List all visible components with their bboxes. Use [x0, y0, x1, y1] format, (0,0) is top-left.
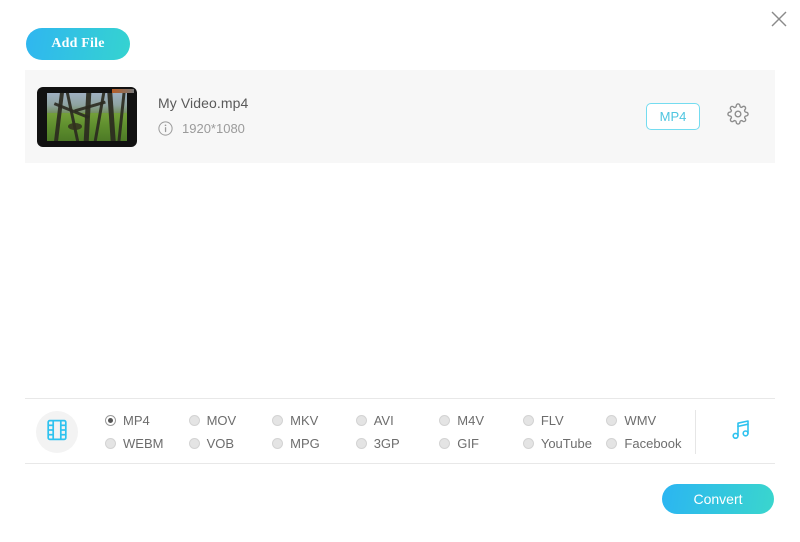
format-option-m4v[interactable]: M4V — [439, 413, 523, 428]
format-options-grid: MP4 MOV MKV AVI M4V FLV WMV WEBM VOB MPG… — [105, 409, 690, 455]
video-thumbnail[interactable] — [37, 87, 137, 147]
app-window: Add File My Video.mp4 1920*1080 MP4 MP4 … — [0, 0, 800, 542]
file-resolution-label: 1920*1080 — [182, 121, 245, 136]
format-label: YouTube — [540, 436, 592, 451]
format-option-facebook[interactable]: Facebook — [606, 436, 690, 451]
gear-icon — [726, 103, 749, 130]
format-label: 3GP — [373, 436, 400, 451]
file-meta: 1920*1080 — [158, 121, 245, 136]
format-option-vob[interactable]: VOB — [188, 436, 273, 451]
format-option-mov[interactable]: MOV — [188, 413, 273, 428]
format-option-3gp[interactable]: 3GP — [355, 436, 440, 451]
add-file-button[interactable]: Add File — [26, 28, 130, 60]
panel-divider — [695, 410, 696, 454]
format-label: VOB — [206, 436, 235, 451]
radio-flv[interactable] — [522, 415, 534, 426]
radio-m4v[interactable] — [439, 415, 451, 426]
radio-facebook[interactable] — [606, 438, 618, 449]
radio-gif[interactable] — [439, 438, 451, 449]
format-label: AVI — [373, 413, 394, 428]
thumbnail-watermark — [112, 89, 134, 93]
audio-category-button[interactable] — [722, 413, 760, 451]
close-window-button[interactable] — [764, 4, 794, 34]
output-format-badge[interactable]: MP4 — [646, 103, 700, 130]
format-option-mpg[interactable]: MPG — [272, 436, 356, 451]
format-option-wmv[interactable]: WMV — [606, 413, 690, 428]
format-label: WMV — [624, 413, 657, 428]
format-option-webm[interactable]: WEBM — [105, 436, 189, 451]
film-strip-icon — [45, 418, 69, 447]
convert-button[interactable]: Convert — [662, 484, 774, 514]
format-option-youtube[interactable]: YouTube — [522, 436, 607, 451]
format-label: Facebook — [624, 436, 682, 451]
format-label: WEBM — [123, 436, 164, 451]
format-option-mp4[interactable]: MP4 — [105, 413, 189, 428]
radio-webm[interactable] — [105, 438, 116, 449]
radio-3gp[interactable] — [355, 438, 367, 449]
format-label: MOV — [206, 413, 237, 428]
format-option-gif[interactable]: GIF — [439, 436, 523, 451]
format-label: FLV — [540, 413, 564, 428]
radio-mkv[interactable] — [272, 415, 284, 426]
format-label: M4V — [457, 413, 485, 428]
format-option-mkv[interactable]: MKV — [272, 413, 356, 428]
thumbnail-image — [47, 93, 127, 141]
format-label: GIF — [457, 436, 479, 451]
radio-mov[interactable] — [188, 415, 200, 426]
format-option-flv[interactable]: FLV — [522, 413, 607, 428]
video-category-button[interactable] — [36, 411, 78, 453]
file-list-row: My Video.mp4 1920*1080 MP4 — [25, 70, 775, 163]
radio-youtube[interactable] — [522, 438, 534, 449]
info-circle-icon — [158, 121, 173, 136]
thumbnail-rock — [67, 122, 82, 130]
file-settings-button[interactable] — [724, 103, 751, 130]
close-icon — [769, 9, 789, 29]
file-name-label: My Video.mp4 — [158, 95, 249, 111]
format-label: MKV — [290, 413, 319, 428]
radio-avi[interactable] — [355, 415, 367, 426]
output-format-panel: MP4 MOV MKV AVI M4V FLV WMV WEBM VOB MPG… — [25, 398, 775, 464]
radio-wmv[interactable] — [606, 415, 618, 426]
radio-mp4[interactable] — [105, 415, 116, 426]
music-note-icon — [728, 417, 754, 448]
radio-vob[interactable] — [188, 438, 200, 449]
format-label: MP4 — [123, 413, 150, 428]
radio-mpg[interactable] — [272, 438, 284, 449]
format-label: MPG — [290, 436, 320, 451]
format-option-avi[interactable]: AVI — [355, 413, 440, 428]
